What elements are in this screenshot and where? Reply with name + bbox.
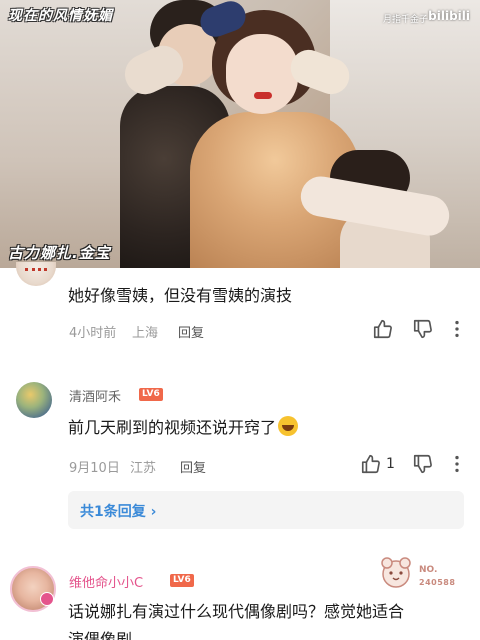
replies-link[interactable]: 共1条回复 ›	[80, 501, 156, 521]
thumbs-up-icon[interactable]	[372, 318, 394, 340]
reply-button[interactable]: 回复	[180, 457, 206, 476]
comment-text: 前几天刷到的视频还说开窍了	[68, 414, 299, 438]
fan-badge-label: NO.	[419, 565, 438, 575]
dancer-figure	[254, 92, 272, 99]
avatar[interactable]	[16, 262, 56, 286]
more-vertical-icon[interactable]	[446, 453, 468, 475]
level-badge: LV6	[139, 388, 163, 401]
comment-time: 9月10日	[69, 461, 120, 476]
reply-button[interactable]: 回复	[178, 322, 204, 341]
bilibili-logo: bilibili	[428, 9, 470, 23]
thumbs-up-icon[interactable]	[360, 453, 382, 475]
username[interactable]: 清酒阿禾	[69, 386, 121, 405]
vip-badge-icon	[40, 592, 54, 606]
video-caption: 古力娜扎.金宝	[8, 244, 111, 262]
comment-text: 演偶像剧	[68, 630, 133, 640]
dancer-figure	[226, 34, 298, 114]
comment-location: 江苏	[130, 461, 157, 476]
like-count: 1	[386, 456, 395, 472]
level-badge: LV6	[170, 574, 194, 587]
avatar-decoration	[25, 268, 47, 274]
more-vertical-icon[interactable]	[446, 318, 468, 340]
comment-time: 4小时前	[69, 326, 117, 341]
uploader-watermark: 月指千金子	[382, 15, 428, 25]
chevron-right-icon: ›	[150, 504, 157, 520]
fan-badge-icon	[381, 557, 411, 588]
comment-text: 她好像雪姨，但没有雪姨的演技	[68, 286, 293, 305]
comment-text-content: 前几天刷到的视频还说开窍了	[68, 418, 277, 437]
username[interactable]: 维他命小小C	[69, 572, 143, 591]
video-player[interactable]: 现在的风情妩媚 月指千金子 bilibili 古力娜扎.金宝	[0, 0, 480, 268]
avatar[interactable]	[16, 382, 52, 418]
replies-link-label: 共1条回复	[80, 504, 146, 520]
comment-location: 上海	[132, 326, 159, 341]
laugh-cry-emoji-icon	[278, 416, 299, 436]
comment-text: 话说娜扎有演过什么现代偶像剧吗？感觉她适合	[68, 602, 405, 621]
thumbs-down-icon[interactable]	[412, 453, 434, 475]
thumbs-down-icon[interactable]	[412, 318, 434, 340]
fan-badge-number: 240588	[419, 578, 456, 587]
replies-expander[interactable]: 共1条回复 ›	[68, 491, 464, 529]
video-title-overlay: 现在的风情妩媚	[8, 8, 113, 24]
